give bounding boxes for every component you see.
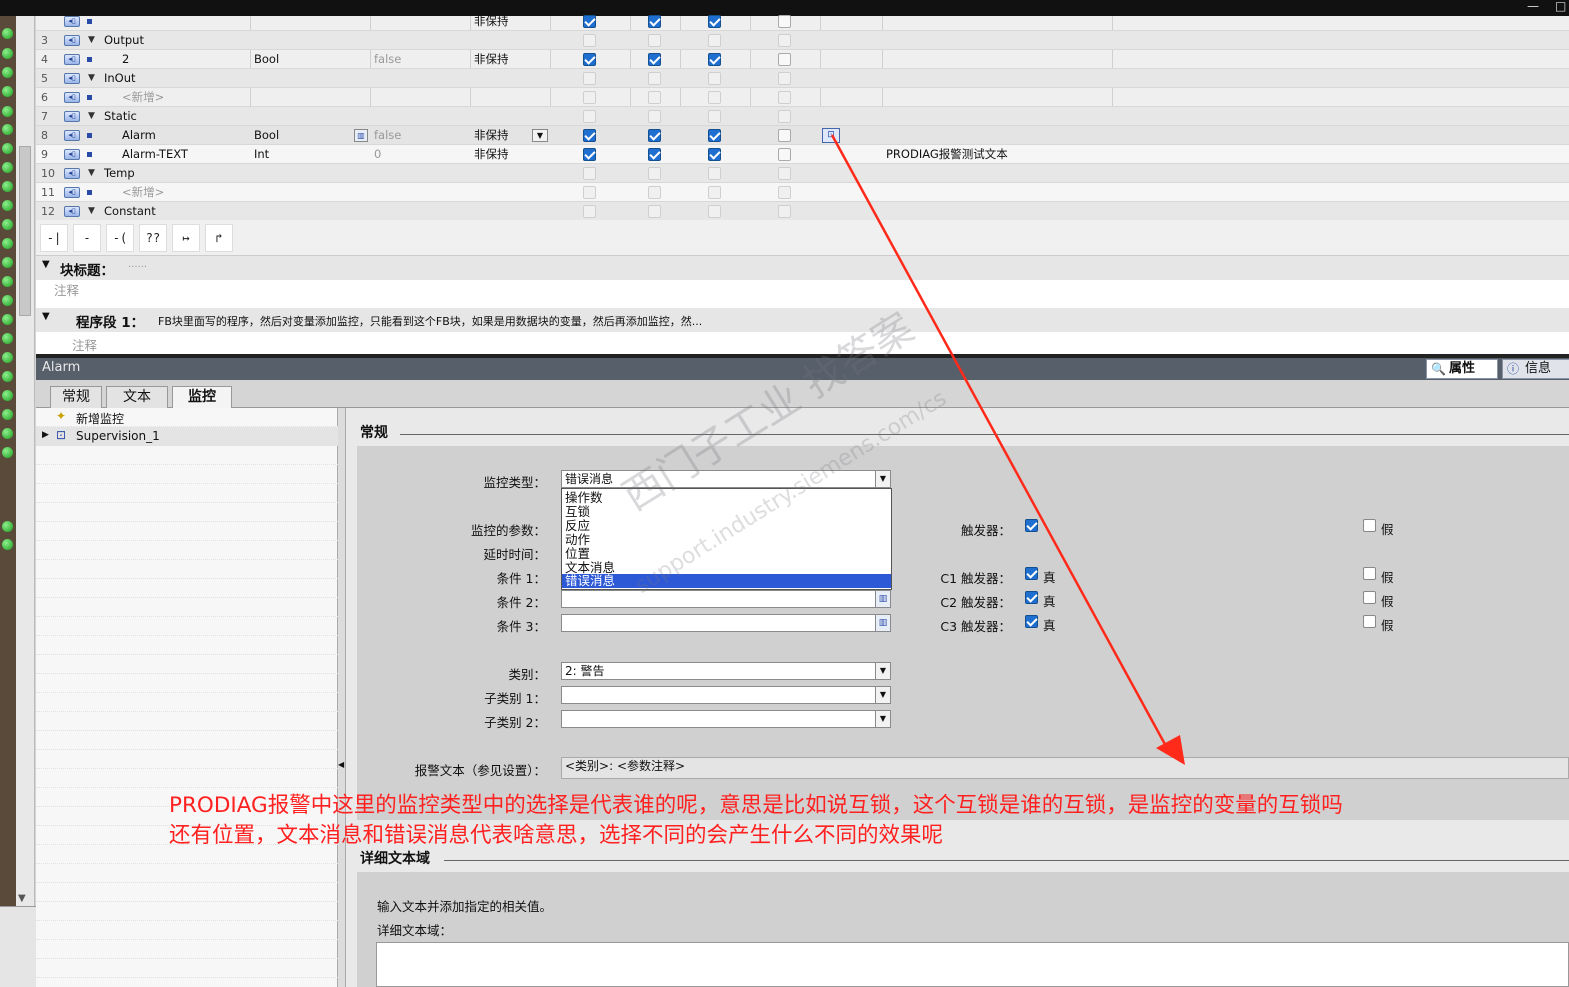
annotation-line-1: PRODIAG报警中这里的监控类型中的选择是代表谁的呢，意思是比如说互锁，这个互… [169, 793, 1343, 818]
annotation-line-2: 还有位置，文本消息和错误消息代表啥意思，选择不同的会产生什么不同的效果呢 [169, 823, 944, 848]
